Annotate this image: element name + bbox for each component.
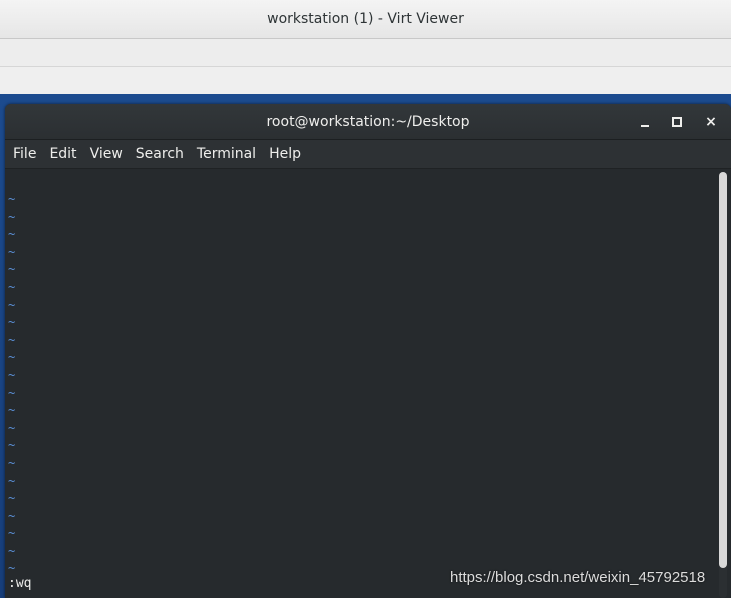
- vim-empty-line-marker: ~: [8, 262, 16, 277]
- close-icon: ×: [705, 114, 717, 130]
- vim-empty-line-marker: ~: [8, 315, 16, 330]
- vim-empty-line-marker: ~: [8, 385, 16, 400]
- vim-empty-line-marker: ~: [8, 367, 16, 382]
- vim-empty-line-marker: ~: [8, 543, 16, 558]
- screen: workstation (1) - Virt Viewer root@works…: [0, 0, 731, 598]
- terminal-content[interactable]: ~ ~ ~ ~ ~ ~ ~ ~ ~ ~ ~ ~ ~ ~ ~ ~ ~ ~ ~ ~ ~ ~ :wq: [5, 169, 715, 598]
- vim-empty-line-marker: ~: [8, 279, 16, 294]
- vim-empty-line-marker: ~: [8, 491, 16, 506]
- vim-empty-lines: ~ ~ ~ ~ ~ ~ ~ ~ ~ ~ ~ ~ ~ ~ ~ ~ ~ ~ ~ ~ ~ ~: [8, 191, 22, 578]
- menu-file[interactable]: File: [8, 142, 44, 166]
- virt-viewer-menubar[interactable]: [0, 39, 731, 67]
- minimize-button[interactable]: [635, 112, 655, 132]
- menu-view[interactable]: View: [85, 142, 131, 166]
- vim-empty-line-marker: ~: [8, 473, 16, 488]
- vim-empty-line-marker: ~: [8, 455, 16, 470]
- terminal-title: root@workstation:~/Desktop: [266, 113, 470, 130]
- vim-command-line: :wq: [8, 576, 32, 591]
- virt-viewer-titlebar[interactable]: workstation (1) - Virt Viewer: [0, 0, 731, 39]
- terminal-scrollbar[interactable]: [719, 172, 727, 598]
- terminal-menubar: File Edit View Search Terminal Help: [5, 140, 731, 169]
- watermark-url: https://blog.csdn.net/weixin_45792518: [450, 569, 706, 586]
- terminal-window: root@workstation:~/Desktop × File Edit V…: [5, 104, 731, 598]
- vim-empty-line-marker: ~: [8, 526, 16, 541]
- vim-empty-line-marker: ~: [8, 438, 16, 453]
- vim-empty-line-marker: ~: [8, 350, 16, 365]
- vim-empty-line-marker: ~: [8, 332, 16, 347]
- menu-search[interactable]: Search: [131, 142, 192, 166]
- vim-empty-line-marker: ~: [8, 403, 16, 418]
- vim-empty-line-marker: ~: [8, 192, 16, 206]
- maximize-icon: [672, 117, 682, 127]
- vim-empty-line-marker: ~: [8, 297, 16, 312]
- virt-viewer-title: workstation (1) - Virt Viewer: [267, 11, 464, 27]
- menu-terminal[interactable]: Terminal: [192, 142, 264, 166]
- virt-viewer-toolbar: [0, 67, 731, 94]
- vim-empty-line-marker: ~: [8, 209, 16, 224]
- close-button[interactable]: ×: [701, 112, 721, 132]
- vim-empty-line-marker: ~: [8, 244, 16, 259]
- menu-edit[interactable]: Edit: [44, 142, 84, 166]
- vim-empty-line-marker: ~: [8, 227, 16, 242]
- menu-help[interactable]: Help: [264, 142, 309, 166]
- terminal-titlebar[interactable]: root@workstation:~/Desktop ×: [5, 104, 731, 140]
- scrollbar-thumb[interactable]: [719, 172, 727, 568]
- vim-empty-line-marker: ~: [8, 508, 16, 523]
- minimize-icon: [641, 125, 649, 127]
- maximize-button[interactable]: [667, 112, 687, 132]
- vim-empty-line-marker: ~: [8, 420, 16, 435]
